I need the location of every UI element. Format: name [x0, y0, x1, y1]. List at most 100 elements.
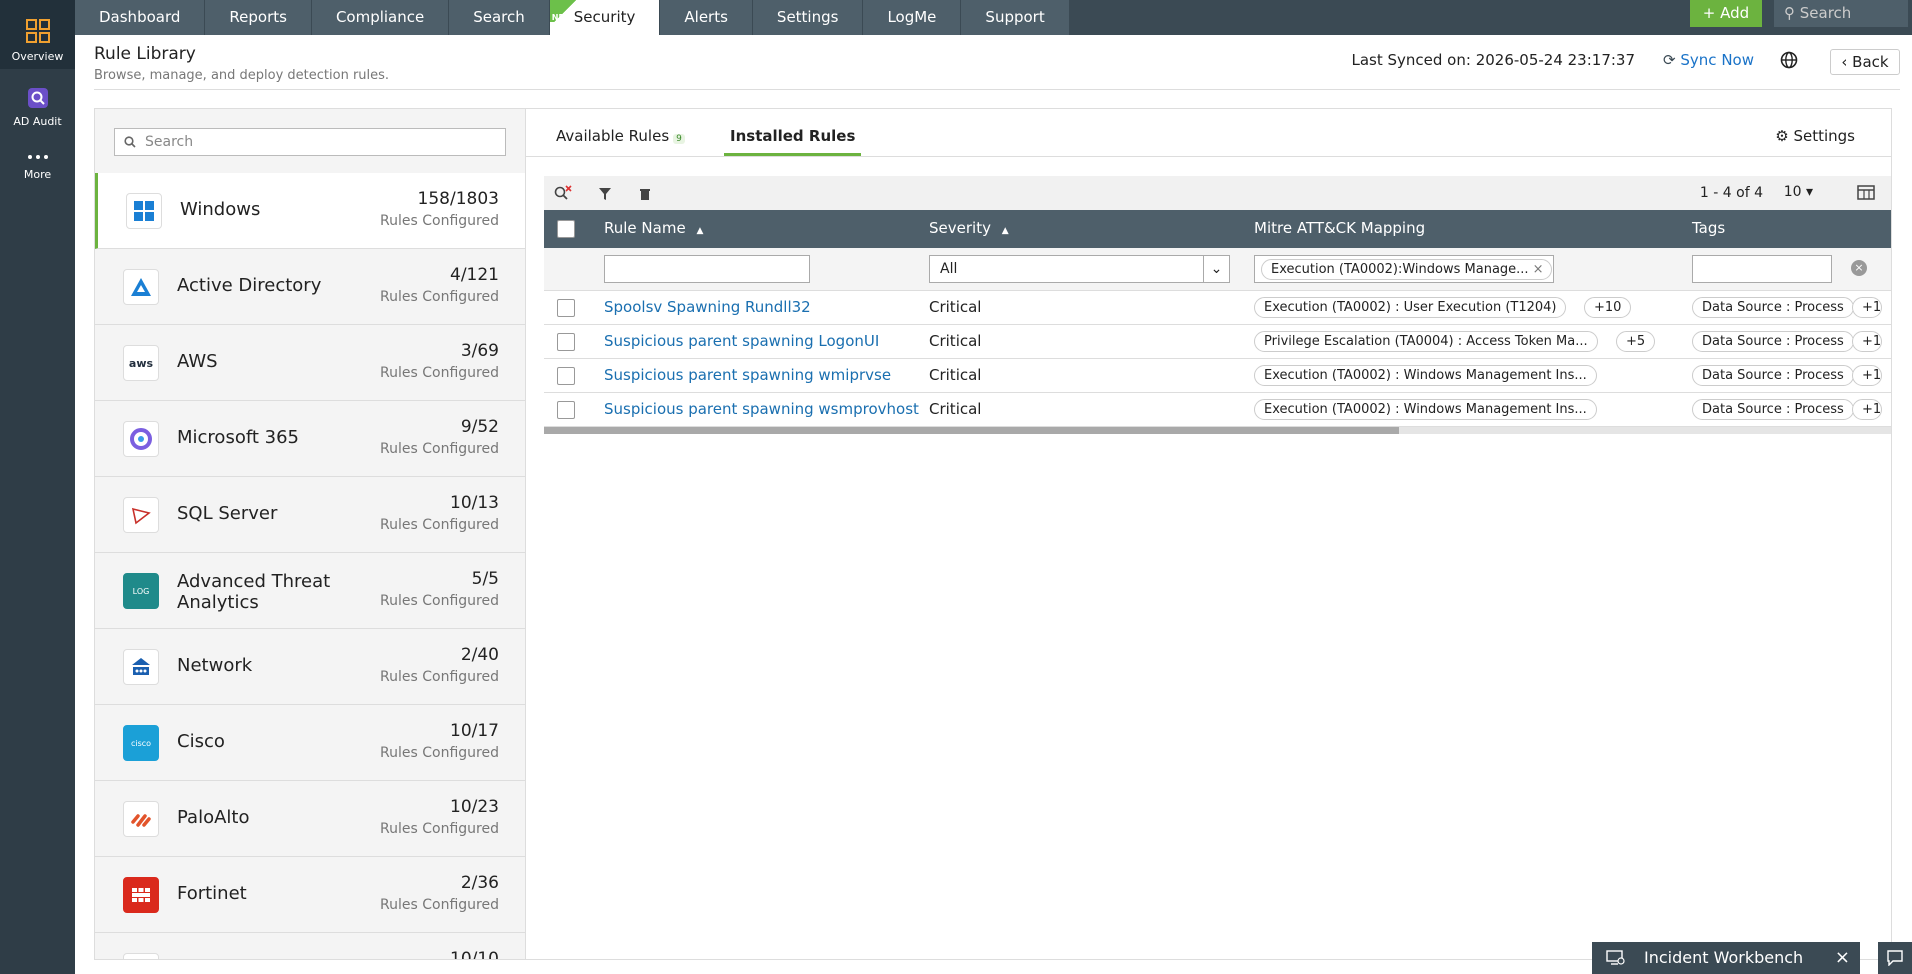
tags-filter-input[interactable] [1692, 255, 1832, 283]
source-name: Windows [180, 199, 261, 220]
severity-filter-select[interactable]: All ⌄ [929, 255, 1230, 283]
add-button[interactable]: + Add [1690, 0, 1762, 27]
row-checkbox[interactable] [557, 333, 575, 351]
left-nav: Overview AD Audit More [0, 0, 75, 974]
tab-alerts[interactable]: Alerts [660, 0, 753, 35]
row-checkbox[interactable] [557, 367, 575, 385]
columns-icon[interactable] [1857, 185, 1877, 201]
source-sidebar: Search Windows 158/1803 Rules Configured… [94, 108, 526, 960]
horizontal-scrollbar[interactable] [544, 427, 1891, 434]
row-checkbox[interactable] [557, 299, 575, 317]
source-count: 5/5 [471, 569, 499, 589]
source-count: 3/69 [460, 341, 499, 361]
active-directory-icon [123, 269, 159, 305]
top-nav: Dashboard Reports Compliance Search NEW … [75, 0, 1912, 35]
source-count: 10/17 [450, 721, 499, 741]
source-item-fortinet[interactable]: Fortinet 2/36 Rules Configured [95, 857, 525, 933]
mitre-chip: Execution (TA0002) : Windows Management … [1254, 365, 1597, 386]
sidebar-search-input[interactable]: Search [114, 128, 506, 156]
chat-button[interactable] [1878, 942, 1912, 974]
select-all-checkbox[interactable] [557, 220, 575, 238]
tag-more-chip[interactable]: +1 [1852, 365, 1882, 386]
source-count-label: Rules Configured [380, 745, 499, 761]
mitre-more-chip[interactable]: +5 [1616, 331, 1656, 352]
source-item-sql-server[interactable]: SQL Server 10/13 Rules Configured [95, 477, 525, 553]
source-item-paloalto[interactable]: PaloAlto 10/23 Rules Configured [95, 781, 525, 857]
row-checkbox[interactable] [557, 401, 575, 419]
sync-now-button[interactable]: ⟳ Sync Now [1663, 51, 1754, 69]
nav-overview[interactable]: Overview [0, 0, 75, 69]
source-item-cisco[interactable]: cisco Cisco 10/17 Rules Configured [95, 705, 525, 781]
close-icon[interactable]: × [1533, 260, 1544, 279]
source-item-advanced-threat-analytics[interactable]: LOG Advanced Threat Analytics 5/5 Rules … [95, 553, 525, 629]
settings-label: Settings [1793, 127, 1855, 145]
paloalto-icon [123, 801, 159, 837]
mitre-more-chip[interactable]: +10 [1584, 297, 1632, 318]
tab-settings[interactable]: Settings [752, 0, 864, 35]
mitre-filter-chip: Execution (TA0002):Windows Manage... × [1261, 259, 1552, 280]
clear-filter-icon[interactable]: × [1851, 260, 1867, 276]
nav-overview-label: Overview [11, 50, 64, 63]
tab-installed-rules[interactable]: Installed Rules [724, 127, 862, 156]
tab-reports[interactable]: Reports [205, 0, 312, 35]
source-name: Cisco [177, 731, 225, 752]
source-name: SQL Server [177, 503, 278, 524]
source-item-windows[interactable]: Windows 158/1803 Rules Configured [95, 173, 525, 249]
search-icon [124, 136, 136, 148]
source-item-microsoft-365[interactable]: Microsoft 365 9/52 Rules Configured [95, 401, 525, 477]
pagination-info: 1 - 4 of 4 [1699, 185, 1763, 201]
clear-search-icon[interactable] [554, 185, 572, 201]
sync-now-label: Sync Now [1680, 51, 1754, 69]
source-item-active-directory[interactable]: Active Directory 4/121 Rules Configured [95, 249, 525, 325]
tag-more-chip[interactable]: +1 [1852, 399, 1882, 420]
cisco-icon: cisco [123, 725, 159, 761]
tab-logme[interactable]: LogMe [863, 0, 962, 35]
windows-icon [126, 193, 162, 229]
source-count: 9/52 [460, 417, 499, 437]
tab-search[interactable]: Search [449, 0, 550, 35]
close-icon[interactable]: × [1835, 942, 1850, 974]
sync-icon: ⟳ [1663, 51, 1676, 69]
tab-available-rules[interactable]: Available Rules 9 [556, 127, 685, 153]
source-item-partial[interactable]: 10/10 [95, 933, 525, 959]
nav-ad-audit[interactable]: AD Audit [0, 69, 75, 134]
workbench-icon [1606, 950, 1625, 965]
tab-available-rules-label: Available Rules [556, 127, 670, 145]
tab-security[interactable]: NEW Security [549, 0, 661, 35]
filter-icon[interactable] [598, 187, 612, 201]
delete-icon[interactable] [639, 187, 651, 201]
rule-name-link[interactable]: Spoolsv Spawning Rundll32 [604, 298, 811, 316]
back-button[interactable]: ‹ Back [1830, 49, 1900, 75]
tab-support[interactable]: Support [961, 0, 1070, 35]
tab-compliance[interactable]: Compliance [311, 0, 450, 35]
column-tags[interactable]: Tags [1692, 219, 1725, 237]
table-toolbar: 1 - 4 of 4 10 ▾ [544, 176, 1891, 210]
tag-more-chip[interactable]: +1 [1852, 297, 1882, 318]
column-mitre[interactable]: Mitre ATT&CK Mapping [1254, 219, 1425, 237]
rules-table: Rule Name ▲ Severity ▲ Mitre ATT&CK Mapp… [544, 210, 1891, 434]
tag-more-chip[interactable]: +1 [1852, 331, 1882, 352]
network-icon [123, 649, 159, 685]
globe-icon[interactable] [1780, 51, 1798, 69]
source-item-aws[interactable]: aws AWS 3/69 Rules Configured [95, 325, 525, 401]
incident-workbench-bar[interactable]: Incident Workbench × [1592, 942, 1860, 974]
rule-name-link[interactable]: Suspicious parent spawning wsmprovhost [604, 400, 919, 418]
nav-more[interactable]: More [0, 134, 75, 187]
column-severity[interactable]: Severity ▲ [929, 219, 1009, 237]
tab-dashboard[interactable]: Dashboard [75, 0, 206, 35]
settings-button[interactable]: ⚙ Settings [1775, 127, 1855, 145]
aws-icon: aws [123, 345, 159, 381]
rule-name-link[interactable]: Suspicious parent spawning LogonUI [604, 332, 879, 350]
source-name: PaloAlto [177, 807, 250, 828]
scrollbar-thumb[interactable] [544, 427, 1399, 434]
top-search-input[interactable]: ⚲ Search [1774, 0, 1908, 27]
per-page-select[interactable]: 10 ▾ [1784, 184, 1813, 200]
rule-name-filter-input[interactable] [604, 255, 810, 283]
column-rule-name[interactable]: Rule Name ▲ [604, 219, 703, 237]
source-item-network[interactable]: Network 2/40 Rules Configured [95, 629, 525, 705]
chevron-down-icon: ⌄ [1203, 256, 1229, 282]
nav-more-label: More [23, 168, 52, 181]
new-badge-label: NEW [551, 13, 573, 22]
rule-name-link[interactable]: Suspicious parent spawning wmiprvse [604, 366, 891, 384]
mitre-filter-input[interactable]: Execution (TA0002):Windows Manage... × [1254, 255, 1554, 283]
